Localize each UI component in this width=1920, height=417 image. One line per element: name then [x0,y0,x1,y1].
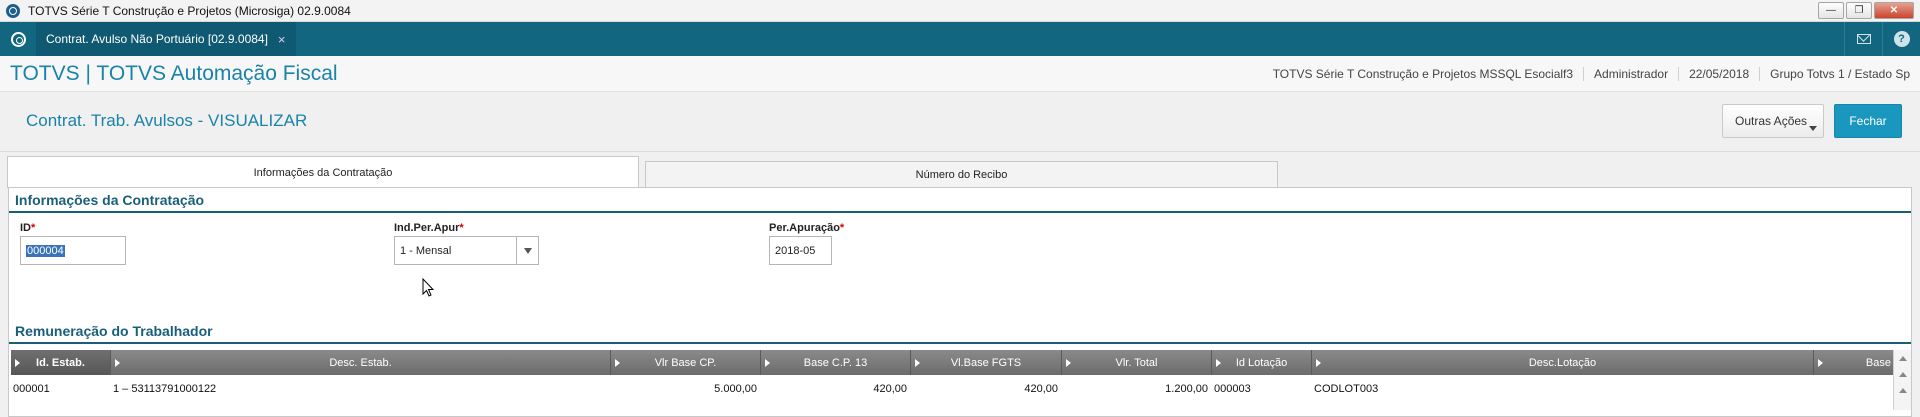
other-actions-label: Outras Ações [1735,114,1808,128]
ind-per-apur-label: Ind.Per.Apur* [394,222,464,234]
totvs-home-icon [10,31,26,47]
help-icon: ? [1893,31,1910,47]
column-header-desc-estab[interactable]: Desc. Estab. [111,350,611,375]
app-header: TOTVS | TOTVS Automação Fiscal TOTVS Sér… [0,56,1920,92]
document-tab-label: Contrat. Avulso Não Portuário [02.9.0084… [46,32,268,46]
window-titlebar: TOTVS Série T Construção e Projetos (Mic… [0,0,1920,22]
brand-title: TOTVS | TOTVS Automação Fiscal [10,62,338,85]
cell-desc-estab: 1 – 53113791000122 [113,383,217,395]
sort-arrow-icon [15,359,20,367]
ind-per-apur-select[interactable]: 1 - Mensal [394,236,539,265]
user-label: Administrador [1583,67,1678,81]
id-label: ID* [20,222,36,234]
section-title-remuneracao: Remuneração do Trabalhador [15,323,213,339]
date-label: 22/05/2018 [1678,67,1759,81]
messages-button[interactable] [1844,22,1882,56]
section-divider [9,342,1911,344]
close-window-button[interactable]: ✕ [1874,2,1914,19]
environment-label: TOTVS Série T Construção e Projetos MSSQ… [1272,67,1574,81]
column-header-vl-base-fgts[interactable]: Vl.Base FGTS [911,350,1062,375]
cell-vlr-base-cp: 5.000,00 [714,383,757,395]
mouse-cursor-icon [422,278,435,297]
sort-arrow-icon [765,359,770,367]
per-apuracao-field[interactable]: 2018-05 [769,236,832,265]
cell-vl-base-fgts: 420,00 [1024,383,1058,395]
company-label: Grupo Totvs 1 / Estado Sp [1759,67,1920,81]
per-apuracao-value: 2018-05 [775,244,816,257]
document-tabstrip: Contrat. Avulso Não Portuário [02.9.0084… [0,22,1920,56]
column-header-vlr-base-cp[interactable]: Vlr Base CP. [611,350,761,375]
tab-informacoes-contratacao[interactable]: Informações da Contratação [7,156,639,188]
content-panel: Informações da Contratação ID* 000004 In… [8,187,1912,417]
sort-arrow-icon [1316,359,1321,367]
sort-arrow-icon [115,359,120,367]
scroll-up-icon[interactable] [1894,366,1912,382]
scroll-top-icon[interactable] [1894,350,1912,366]
window-title: TOTVS Série T Construção e Projetos (Mic… [28,3,351,18]
cell-base [1814,377,1893,401]
column-header-base[interactable]: Base [1814,350,1893,375]
cell-desc-lotacao: CODLOT003 [1314,383,1379,395]
mail-icon [1856,34,1871,44]
column-header-vlr-total[interactable]: Vlr. Total [1062,350,1212,375]
section-divider [9,211,1911,213]
minimize-button[interactable]: — [1818,2,1844,19]
column-header-id-estab[interactable]: Id. Estab. [11,350,111,375]
dropdown-arrow-icon[interactable] [516,237,538,264]
chevron-down-icon [1809,126,1817,131]
cell-id-lotacao: 000003 [1214,383,1251,395]
folder-tabs: Informações da Contratação Número do Rec… [0,152,1920,188]
table-row[interactable]: 000001 1 – 53113791000122 5.000,00 420,0… [11,377,1893,401]
sort-arrow-icon [1216,359,1221,367]
required-marker: * [459,222,464,234]
page-title: Contrat. Trab. Avulsos - VISUALIZAR [26,111,308,130]
required-marker: * [839,222,845,234]
sort-arrow-icon [1066,359,1071,367]
per-apuracao-label: Per.Apuração* [769,222,845,234]
grid-header: Id. Estab. Desc. Estab. Vlr Base CP. Bas… [11,350,1893,375]
sort-arrow-icon [615,359,620,367]
other-actions-button[interactable]: Outras Ações [1722,104,1824,138]
column-header-desc-lotacao[interactable]: Desc.Lotação [1312,350,1814,375]
session-info: TOTVS Série T Construção e Projetos MSSQ… [1263,56,1920,92]
cell-id-estab: 000001 [13,383,50,395]
home-button[interactable] [0,22,36,56]
document-tab[interactable]: Contrat. Avulso Não Portuário [02.9.0084… [36,22,296,56]
grid-scrollbar[interactable] [1893,350,1911,410]
cell-vlr-total: 1.200,00 [1165,383,1208,395]
id-field[interactable]: 000004 [20,236,126,265]
help-button[interactable]: ? [1882,22,1920,56]
column-header-base-cp-13[interactable]: Base C.P. 13 [761,350,911,375]
id-value: 000004 [26,244,65,257]
window-controls: — ❐ ✕ [1818,2,1914,19]
column-header-id-lotacao[interactable]: Id Lotação [1212,350,1312,375]
close-tab-icon[interactable]: × [278,32,286,47]
close-button[interactable]: Fechar [1834,104,1902,138]
ind-per-apur-value: 1 - Mensal [400,244,452,257]
restore-button[interactable]: ❐ [1846,2,1872,19]
required-marker: * [31,222,36,234]
scroll-page-up-icon[interactable] [1894,382,1912,398]
sort-arrow-icon [915,359,920,367]
sort-arrow-icon [1818,359,1823,367]
section-title-contratacao: Informações da Contratação [15,192,205,208]
totvs-logo-icon [6,3,20,18]
tab-numero-recibo[interactable]: Número do Recibo [645,161,1278,188]
cell-base-cp-13: 420,00 [873,383,907,395]
page-toolbar: Contrat. Trab. Avulsos - VISUALIZAR Outr… [0,92,1920,152]
